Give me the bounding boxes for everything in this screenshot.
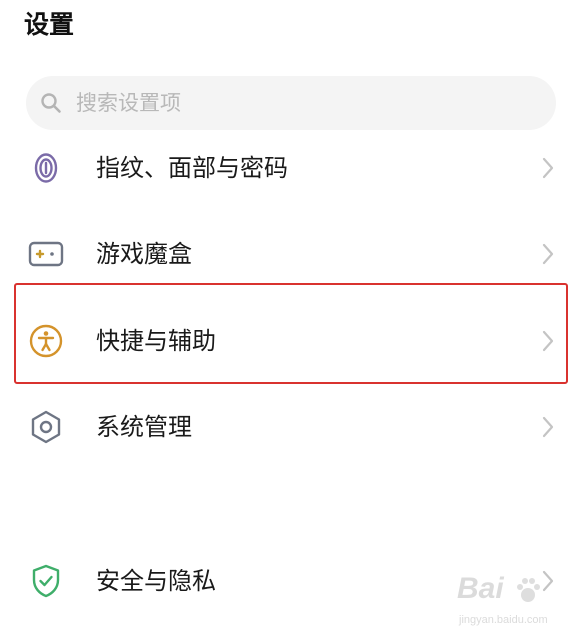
game-box-icon bbox=[28, 236, 64, 272]
settings-item-label: 安全与隐私 bbox=[96, 567, 216, 595]
search-icon bbox=[38, 90, 64, 116]
settings-item-shortcuts-accessibility[interactable]: 快捷与辅助 bbox=[0, 311, 577, 371]
shield-check-icon bbox=[28, 563, 64, 599]
accessibility-icon bbox=[28, 323, 64, 359]
page-title: 设置 bbox=[24, 10, 75, 39]
chevron-right-icon bbox=[540, 155, 556, 181]
chevron-right-icon bbox=[540, 414, 556, 440]
settings-screen: 设置 指纹、面部与密码 bbox=[0, 0, 577, 637]
settings-item-label: 游戏魔盒 bbox=[96, 240, 192, 268]
fingerprint-icon bbox=[28, 150, 64, 186]
settings-item-fingerprint-face-password[interactable]: 指纹、面部与密码 bbox=[0, 138, 577, 198]
search-input[interactable] bbox=[76, 91, 516, 115]
chevron-right-icon bbox=[540, 328, 556, 354]
settings-item-label: 快捷与辅助 bbox=[96, 327, 216, 355]
settings-item-security-privacy[interactable]: 安全与隐私 bbox=[0, 551, 577, 611]
chevron-right-icon bbox=[540, 241, 556, 267]
search-bar[interactable] bbox=[26, 76, 556, 130]
chevron-right-icon bbox=[540, 568, 556, 594]
watermark-site: jingyan.baidu.com bbox=[459, 614, 548, 626]
settings-item-game-box[interactable]: 游戏魔盒 bbox=[0, 224, 577, 284]
system-hexagon-icon bbox=[28, 409, 64, 445]
settings-item-system-management[interactable]: 系统管理 bbox=[0, 397, 577, 457]
settings-item-label: 系统管理 bbox=[96, 413, 192, 441]
settings-item-label: 指纹、面部与密码 bbox=[96, 154, 288, 182]
